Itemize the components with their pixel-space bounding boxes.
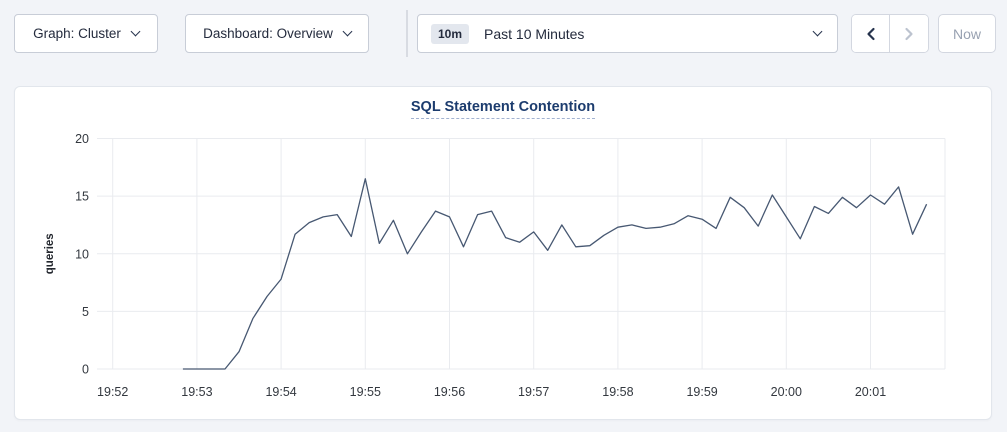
y-axis-labels: 0 5 10 15 20 xyxy=(75,132,89,377)
chevron-left-icon xyxy=(865,27,877,41)
chart-line-queries xyxy=(183,179,927,369)
time-step-button-group xyxy=(851,14,929,53)
dashboard-dropdown[interactable]: Dashboard: Overview xyxy=(185,14,369,53)
dashboard-dropdown-label: Dashboard: Overview xyxy=(203,26,333,41)
svg-text:19:55: 19:55 xyxy=(350,385,381,399)
svg-text:20: 20 xyxy=(75,132,89,146)
chevron-down-icon xyxy=(130,27,140,37)
gridlines xyxy=(97,139,945,370)
chevron-right-icon xyxy=(903,27,915,41)
svg-text:19:59: 19:59 xyxy=(686,385,717,399)
toolbar-divider xyxy=(406,10,408,57)
line-chart[interactable]: 0510152019:5219:5319:5419:5519:5619:5719… xyxy=(15,87,993,420)
svg-text:19:58: 19:58 xyxy=(602,385,633,399)
svg-text:0: 0 xyxy=(82,363,89,377)
now-button[interactable]: Now xyxy=(938,14,996,53)
svg-text:19:52: 19:52 xyxy=(97,385,128,399)
svg-text:5: 5 xyxy=(82,305,89,319)
svg-text:19:54: 19:54 xyxy=(265,385,296,399)
time-window-badge: 10m xyxy=(431,24,469,44)
y-axis-title: queries xyxy=(44,233,56,274)
x-axis-labels: 19:52 19:53 19:54 19:55 19:56 19:57 19:58 19:59… xyxy=(97,385,886,399)
time-range-selector[interactable]: 10m Past 10 Minutes xyxy=(417,14,838,53)
chart-card: SQL Statement Contention 0510152019:5219… xyxy=(14,86,992,420)
svg-text:20:00: 20:00 xyxy=(771,385,802,399)
svg-text:19:57: 19:57 xyxy=(518,385,549,399)
svg-text:15: 15 xyxy=(75,190,89,204)
chevron-down-icon xyxy=(813,27,823,37)
graph-dropdown[interactable]: Graph: Cluster xyxy=(14,14,158,53)
prev-time-button[interactable] xyxy=(852,15,890,52)
graph-dropdown-label: Graph: Cluster xyxy=(33,26,121,41)
svg-text:10: 10 xyxy=(75,247,89,261)
svg-text:19:56: 19:56 xyxy=(434,385,465,399)
svg-text:20:01: 20:01 xyxy=(855,385,886,399)
time-window-label: Past 10 Minutes xyxy=(484,26,584,42)
chevron-down-icon xyxy=(342,27,352,37)
toolbar: Graph: Cluster Dashboard: Overview 10m P… xyxy=(0,0,1007,72)
next-time-button[interactable] xyxy=(890,15,928,52)
svg-text:19:53: 19:53 xyxy=(181,385,212,399)
